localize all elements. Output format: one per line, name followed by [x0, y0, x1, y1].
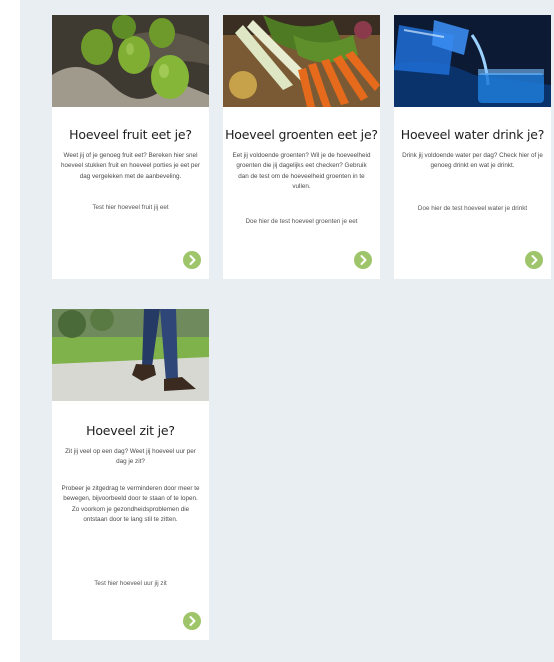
card-description-text: Weet jij of je genoeg fruit eet? Bereken… — [61, 152, 200, 180]
card-link[interactable]: Doe hier de test hoeveel water je drinkt — [402, 204, 543, 214]
card-sitting[interactable]: Hoeveel zit je? Zit jij veel op een dag?… — [52, 309, 209, 640]
card-title: Hoeveel fruit eet je? — [69, 127, 192, 142]
water-image — [394, 15, 551, 107]
card-description-text: Probeer je zitgedrag te verminderen door… — [61, 485, 200, 524]
card-description: Zit jij veel op een dag? Weet jij hoevee… — [60, 447, 201, 468]
card-title: Hoeveel water drink je? — [400, 127, 545, 142]
walking-legs-image — [52, 309, 209, 401]
card-title: Hoeveel groenten eet je? — [225, 127, 378, 142]
card-description: Drink jij voldoende water per dag? Check… — [402, 151, 543, 172]
card-description-text: Zit jij veel op een dag? Weet jij hoevee… — [65, 448, 196, 466]
pears-image — [52, 15, 209, 107]
card-link[interactable]: Doe hier de test hoeveel groenten je eet — [231, 217, 372, 227]
arrow-right-circle-icon[interactable] — [354, 251, 372, 269]
card-description-extra: Probeer je zitgedrag te verminderen door… — [60, 484, 201, 526]
card-water[interactable]: Hoeveel water drink je? Drink jij voldoe… — [394, 15, 551, 279]
card-description-text: Drink jij voldoende water per dag? Check… — [402, 152, 543, 170]
card-link[interactable]: Test hier hoeveel uur jij zit — [60, 579, 201, 589]
card-description: Eet jij voldoende groenten? Wil je de ho… — [231, 151, 372, 193]
card-description: Weet jij of je genoeg fruit eet? Bereken… — [60, 151, 201, 182]
arrow-right-circle-icon[interactable] — [183, 612, 201, 630]
card-link[interactable]: Test hier hoeveel fruit jij eet — [60, 203, 201, 213]
card-title: Hoeveel zit je? — [86, 423, 175, 438]
card-vegetables[interactable]: Hoeveel groenten eet je? Eet jij voldoen… — [223, 15, 380, 279]
vegetables-image — [223, 15, 380, 107]
card-description-text: Eet jij voldoende groenten? Wil je de ho… — [232, 152, 371, 191]
arrow-right-circle-icon[interactable] — [525, 251, 543, 269]
card-fruit[interactable]: Hoeveel fruit eet je? Weet jij of je gen… — [52, 15, 209, 279]
arrow-right-circle-icon[interactable] — [183, 251, 201, 269]
card-grid-panel: Hoeveel fruit eet je? Weet jij of je gen… — [20, 0, 554, 662]
